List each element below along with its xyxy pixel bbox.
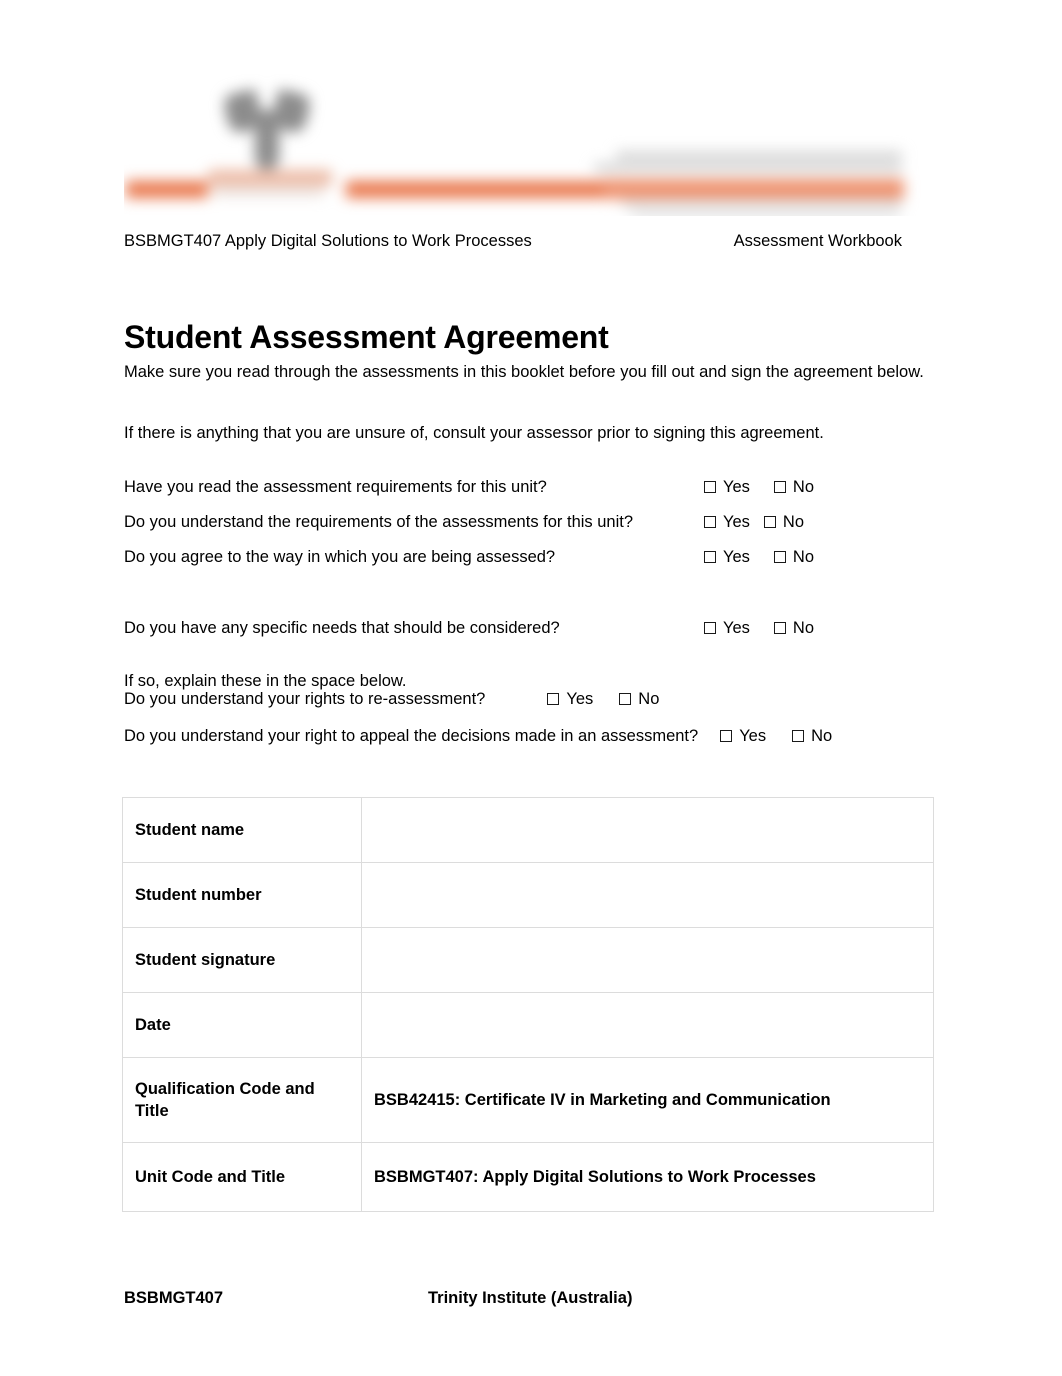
document-page: BSBMGT407 Apply Digital Solutions to Wor…: [0, 0, 1062, 1376]
question-label: Do you have any specific needs that shou…: [124, 619, 560, 637]
intro-paragraph-2: If there is anything that you are unsure…: [124, 423, 824, 442]
trinity-logo-icon: [222, 88, 312, 172]
question-options: Yes No: [704, 617, 814, 639]
option-no[interactable]: No: [619, 688, 659, 710]
option-no[interactable]: No: [773, 476, 815, 498]
header-document-type: Assessment Workbook: [733, 232, 902, 250]
checkbox-yes-icon[interactable]: [720, 730, 733, 742]
option-yes-label: Yes: [723, 478, 750, 496]
row-label: Student name: [122, 797, 362, 863]
question-options: Yes No: [704, 546, 814, 568]
row-value-unit: BSBMGT407: Apply Digital Solutions to Wo…: [361, 1142, 934, 1212]
option-no[interactable]: No: [792, 725, 832, 747]
row-label: Date: [122, 992, 362, 1058]
checkbox-no-icon[interactable]: [773, 551, 786, 563]
checkbox-no-icon[interactable]: [773, 481, 786, 493]
checkbox-no-icon[interactable]: [792, 730, 805, 742]
question-row: Have you read the assessment requirement…: [124, 476, 942, 511]
option-yes-label: Yes: [723, 619, 750, 637]
question-label: Do you understand your rights to re-asse…: [124, 690, 486, 708]
row-value-student-number[interactable]: [361, 862, 934, 928]
student-details-table: Student name Student number Student sign…: [122, 797, 934, 1212]
letterhead-blurred-artwork: [124, 48, 942, 216]
footer-unit-code: BSBMGT407: [124, 1289, 224, 1307]
option-yes[interactable]: Yes: [704, 511, 750, 533]
student-details-table-wrapper: Student name Student number Student sign…: [122, 797, 934, 1212]
page-title: Student Assessment Agreement: [124, 319, 609, 356]
question-label: Have you read the assessment requirement…: [124, 478, 547, 496]
address-line: [622, 200, 902, 207]
option-yes-label: Yes: [723, 548, 750, 566]
option-no[interactable]: No: [773, 546, 815, 568]
option-yes-label: Yes: [566, 690, 594, 708]
footer-organisation: Trinity Institute (Australia): [428, 1289, 633, 1307]
option-no-label: No: [782, 513, 805, 531]
checkbox-yes-icon[interactable]: [547, 693, 560, 705]
logo-wordmark: [208, 170, 332, 186]
option-yes-label: Yes: [739, 727, 767, 745]
row-value-student-signature[interactable]: [361, 927, 934, 993]
agreement-questions-primary: Have you read the assessment requirement…: [124, 476, 942, 637]
checkbox-no-icon[interactable]: [763, 516, 776, 528]
option-no[interactable]: No: [773, 617, 815, 639]
page-header: BSBMGT407 Apply Digital Solutions to Wor…: [124, 229, 942, 253]
table-row: Unit Code and Title BSBMGT407: Apply Dig…: [122, 1142, 934, 1212]
option-yes[interactable]: Yes: [720, 725, 766, 747]
question-label: Do you agree to the way in which you are…: [124, 548, 556, 566]
logo-stem: [255, 110, 279, 170]
intro-paragraph-1: Make sure you read through the assessmen…: [124, 362, 924, 381]
accent-bar-tail: [604, 179, 904, 199]
table-row: Date: [122, 992, 934, 1058]
option-yes[interactable]: Yes: [547, 688, 593, 710]
option-yes[interactable]: Yes: [704, 476, 750, 498]
accent-bar-left: [126, 181, 208, 198]
question-row-appeal: Do you understand your right to appeal t…: [124, 725, 832, 747]
question-row: Do you agree to the way in which you are…: [124, 546, 942, 581]
option-no-label: No: [792, 548, 815, 566]
page-footer: BSBMGT407 Trinity Institute (Australia): [124, 1286, 942, 1310]
letterhead-banner: [124, 48, 942, 216]
row-label: Unit Code and Title: [122, 1142, 362, 1212]
question-label: Do you understand your right to appeal t…: [124, 727, 699, 745]
question-row: Do you have any specific needs that shou…: [124, 581, 942, 637]
question-options: Yes No: [704, 511, 804, 533]
checkbox-yes-icon[interactable]: [704, 551, 716, 563]
address-line: [616, 152, 902, 159]
question-row-reassessment: Do you understand your rights to re-asse…: [124, 688, 659, 710]
checkbox-no-icon[interactable]: [619, 693, 632, 705]
header-unit-title: BSBMGT407 Apply Digital Solutions to Wor…: [124, 232, 532, 250]
row-value-qualification: BSB42415: Certificate IV in Marketing an…: [361, 1057, 934, 1143]
option-no-label: No: [638, 690, 660, 708]
option-no-label: No: [811, 727, 833, 745]
question-options: Yes No: [704, 476, 814, 498]
address-line: [632, 211, 900, 216]
question-label: Do you understand the requirements of th…: [124, 513, 634, 531]
option-no-label: No: [792, 619, 815, 637]
table-row: Qualification Code and Title BSB42415: C…: [122, 1057, 934, 1143]
checkbox-yes-icon[interactable]: [704, 622, 716, 634]
checkbox-yes-icon[interactable]: [704, 516, 716, 528]
option-yes[interactable]: Yes: [704, 546, 750, 568]
table-row: Student signature: [122, 927, 934, 993]
address-line: [594, 164, 902, 171]
table-row: Student name: [122, 797, 934, 863]
option-yes[interactable]: Yes: [704, 617, 750, 639]
logo-wordmark-sub: [212, 188, 324, 196]
checkbox-yes-icon[interactable]: [704, 481, 716, 493]
row-value-student-name[interactable]: [361, 797, 934, 863]
checkbox-no-icon[interactable]: [773, 622, 786, 634]
row-value-date[interactable]: [361, 992, 934, 1058]
row-label: Qualification Code and Title: [122, 1057, 362, 1143]
option-no[interactable]: No: [763, 511, 805, 533]
option-no-label: No: [792, 478, 815, 496]
question-row: Do you understand the requirements of th…: [124, 511, 942, 546]
row-label: Student number: [122, 862, 362, 928]
table-row: Student number: [122, 862, 934, 928]
row-label: Student signature: [122, 927, 362, 993]
option-yes-label: Yes: [723, 513, 750, 531]
